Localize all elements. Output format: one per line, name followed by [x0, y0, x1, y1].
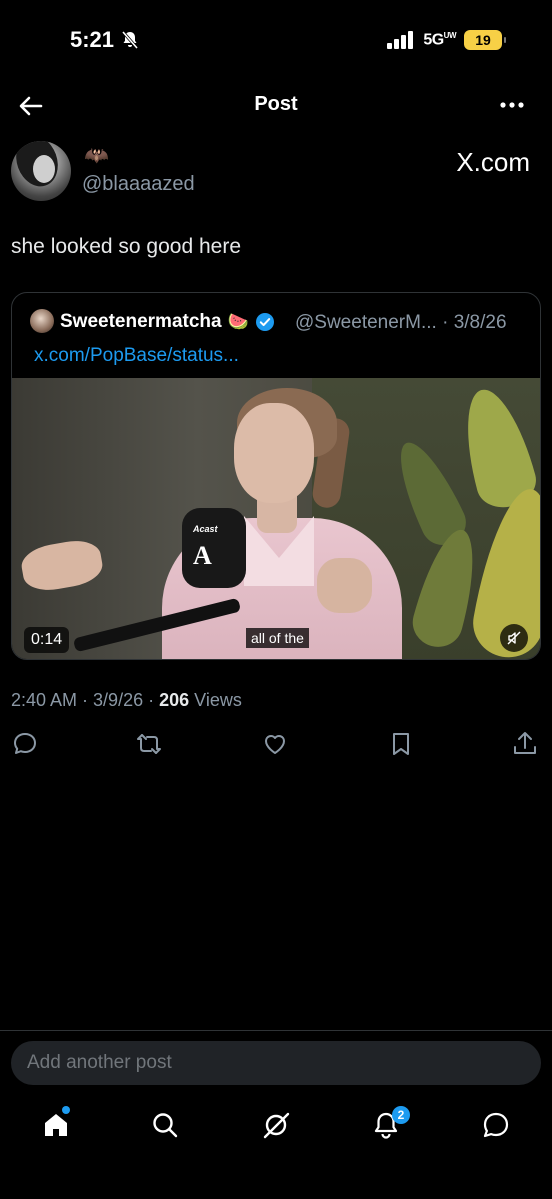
- network-type: 5G: [423, 31, 444, 49]
- mic-letter: A: [193, 541, 212, 570]
- bell-muted-icon: [121, 31, 139, 49]
- reply-input[interactable]: Add another post: [11, 1041, 541, 1085]
- network-sup: UW: [443, 30, 457, 40]
- post-text: she looked so good here: [11, 235, 242, 258]
- post-time: 2:40 AM: [11, 690, 78, 710]
- grok-icon[interactable]: [261, 1110, 291, 1140]
- person-head: [234, 403, 314, 503]
- video-player[interactable]: Acast A 0:14 all of the: [12, 378, 540, 659]
- battery-level: 19: [475, 32, 491, 48]
- notifications-badge: 2: [392, 1106, 410, 1124]
- search-icon[interactable]: [150, 1110, 180, 1140]
- action-bar: [11, 730, 541, 760]
- bottom-tab-bar: 2: [0, 1100, 552, 1150]
- status-time-text: 5:21: [70, 27, 115, 52]
- quoted-post-card[interactable]: Sweetenermatcha 🍉 @SweetenerM... · 3/8/2…: [11, 292, 541, 660]
- quote-name-row: Sweetenermatcha 🍉: [60, 311, 275, 333]
- author-avatar[interactable]: [11, 141, 71, 201]
- messages-icon[interactable]: [481, 1110, 511, 1140]
- mic-brand: Acast: [193, 524, 218, 534]
- views-label: Views: [194, 690, 242, 710]
- divider: [0, 1030, 552, 1031]
- reply-icon[interactable]: [11, 730, 39, 758]
- author-handle[interactable]: @blaaaazed: [82, 173, 195, 196]
- views-count: 206: [159, 690, 190, 710]
- person-left-hand: [18, 536, 106, 595]
- verified-badge-icon: [255, 313, 274, 331]
- page-title: Post: [254, 93, 298, 115]
- quote-display-name: Sweetenermatcha: [60, 311, 222, 332]
- video-caption: all of the: [246, 628, 309, 648]
- microphone: [182, 508, 246, 588]
- bookmark-icon[interactable]: [387, 730, 415, 758]
- home-icon[interactable]: [41, 1110, 71, 1140]
- network-label: 5GUW: [423, 31, 456, 49]
- like-heart-icon[interactable]: [261, 730, 289, 758]
- more-options-icon[interactable]: [498, 93, 526, 117]
- battery-icon: 19: [464, 30, 506, 50]
- quote-handle: @SweetenerM...: [295, 312, 437, 333]
- home-notification-dot: [62, 1106, 70, 1114]
- quote-name-emoji: 🍉: [227, 312, 249, 331]
- quote-date: 3/8/26: [453, 312, 507, 333]
- signal-icon: [387, 31, 414, 49]
- share-icon[interactable]: [511, 730, 539, 758]
- quote-avatar: [30, 309, 54, 333]
- person-right-hand: [317, 558, 372, 613]
- quote-meta: @SweetenerM... · 3/8/26: [295, 312, 507, 333]
- mute-button[interactable]: [500, 624, 528, 652]
- post-date: 3/9/26: [93, 690, 144, 710]
- status-time: 5:21: [70, 27, 140, 53]
- avatar-face: [33, 155, 55, 183]
- brand-xcom: X.com: [456, 147, 530, 177]
- video-duration: 0:14: [24, 627, 70, 653]
- author-name-emoji: 🦇: [84, 145, 109, 167]
- reply-placeholder: Add another post: [27, 1052, 172, 1073]
- repost-icon[interactable]: [135, 730, 163, 758]
- post-meta: 2:40 AM · 3/9/26 · 206 Views: [11, 690, 242, 710]
- status-right: 5GUW 19: [387, 30, 506, 50]
- quote-link[interactable]: x.com/PopBase/status...: [34, 345, 239, 367]
- speaker-muted-icon: [507, 631, 521, 645]
